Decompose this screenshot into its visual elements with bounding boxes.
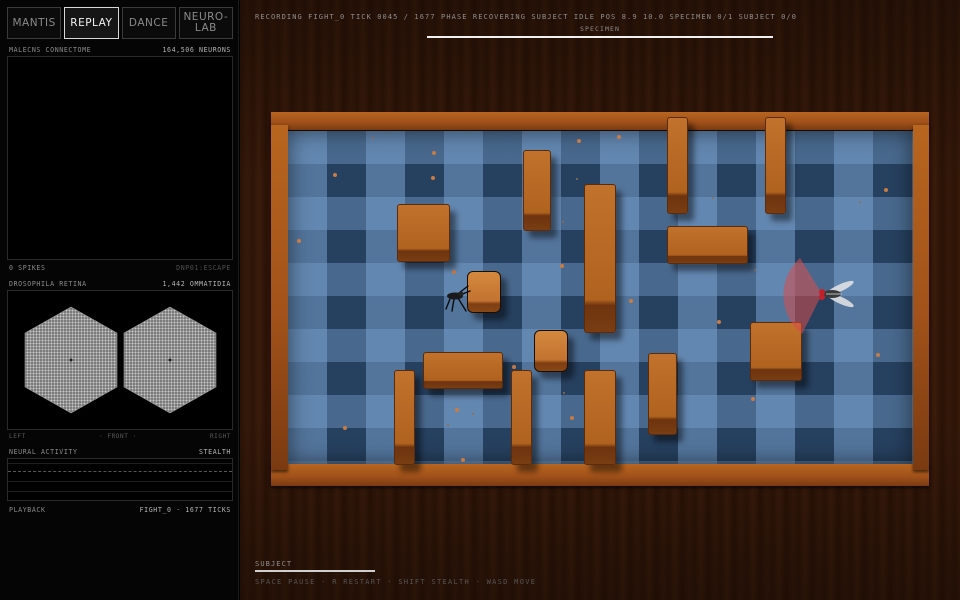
subject-label: SUBJECT	[255, 560, 293, 568]
controls-hint: SPACE PAUSE · R RESTART · SHIFT STEALTH …	[255, 578, 537, 586]
specimen-bar	[427, 36, 773, 38]
activity-title: NEURAL ACTIVITY	[9, 448, 78, 456]
retina-eyes	[24, 306, 217, 414]
connectome-footer: 0 SPIKES DNP01:ESCAPE	[9, 264, 231, 274]
activity-header: NEURAL ACTIVITY STEALTH	[9, 448, 231, 458]
retina-labels: LEFT · FRONT · RIGHT	[9, 433, 231, 443]
obstacle-block	[534, 330, 568, 372]
arena-wall-bottom	[271, 464, 929, 486]
activity-plot	[7, 458, 233, 501]
retina-title: DROSOPHILA RETINA	[9, 280, 87, 288]
mantis-icon	[445, 285, 471, 312]
obstacle-block	[667, 117, 688, 214]
subject-bar	[255, 570, 375, 572]
obstacle-block	[523, 150, 551, 231]
tab-dance[interactable]: DANCE	[121, 7, 176, 39]
obstacle-block	[423, 352, 503, 389]
tab-mantis[interactable]: MANTIS	[7, 7, 62, 39]
fly-icon	[819, 280, 854, 308]
retina-right-label: RIGHT	[209, 433, 231, 440]
arena-wall-top	[271, 112, 929, 130]
status-line: RECORDING FIGHT_0 TICK 0045 / 1677 PHASE…	[255, 13, 798, 21]
connectome-mode: DNP01:ESCAPE	[176, 264, 231, 272]
activity-state: STEALTH	[199, 448, 231, 456]
specimen-label: SPECIMEN	[579, 25, 621, 33]
tab-replay[interactable]: REPLAY	[64, 7, 119, 39]
fly-specimen	[783, 258, 854, 334]
obstacle-block	[584, 370, 616, 465]
obstacle-block	[584, 184, 616, 333]
spike-count: 0 SPIKES	[9, 264, 46, 272]
connectome-canvas[interactable]	[7, 56, 233, 260]
vision-cone	[783, 258, 822, 334]
playback-title: PLAYBACK	[9, 506, 46, 514]
mode-tabs: MANTIS REPLAY DANCE NEURO- LAB	[7, 7, 233, 39]
connectome-title: MALECNS CONNECTOME	[9, 46, 92, 54]
obstacle-block	[394, 370, 415, 465]
tab-neurolab[interactable]: NEURO- LAB	[178, 7, 233, 39]
arena-wall-left	[271, 125, 288, 470]
retina-front-label: · FRONT ·	[98, 433, 137, 440]
obstacle-block	[397, 204, 450, 262]
retina-view	[7, 290, 233, 430]
obstacle-block	[648, 353, 677, 435]
retina-header: DROSOPHILA RETINA 1,442 OMMATIDIA	[9, 280, 231, 290]
playback-info: FIGHT_0 · 1677 TICKS	[139, 506, 231, 514]
retina-left-label: LEFT	[9, 433, 26, 440]
sidebar: MANTIS REPLAY DANCE NEURO- LAB MALECNS C…	[0, 0, 239, 600]
playback-header: PLAYBACK FIGHT_0 · 1677 TICKS	[9, 506, 231, 516]
obstacle-block	[667, 226, 748, 264]
neuron-count: 164,506 NEURONS	[162, 46, 231, 54]
ommatidia-count: 1,442 OMMATIDIA	[162, 280, 231, 288]
obstacle-block	[765, 117, 786, 214]
connectome-header: MALECNS CONNECTOME 164,506 NEURONS	[9, 46, 231, 56]
obstacle-block	[511, 370, 532, 465]
arena-wall-right	[913, 125, 929, 470]
